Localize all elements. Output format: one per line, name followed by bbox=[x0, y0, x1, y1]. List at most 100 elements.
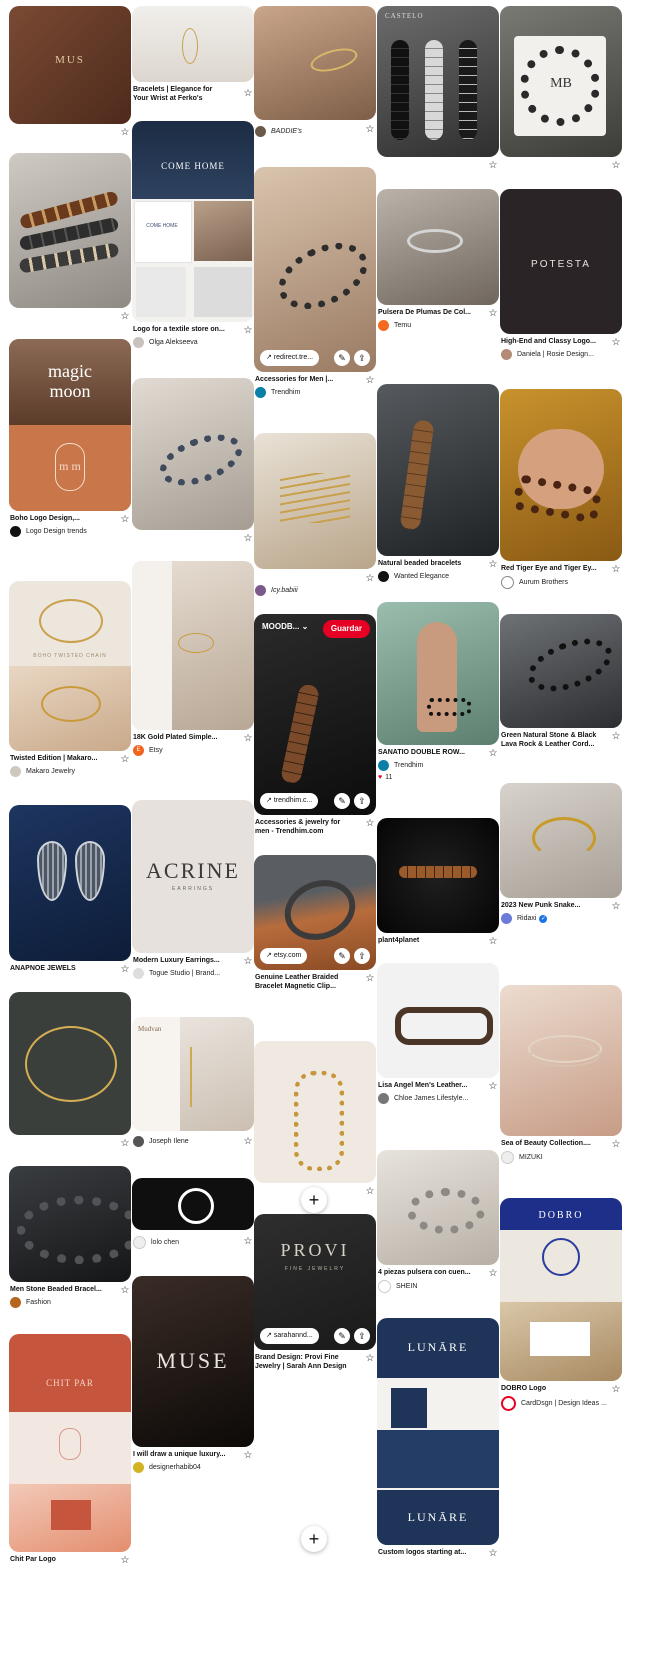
pin-icon[interactable]: ☆ bbox=[364, 1353, 376, 1365]
edit-icon[interactable]: ✎ bbox=[334, 948, 350, 964]
pin-image[interactable]: magic moon m m bbox=[9, 339, 131, 511]
pin-image[interactable] bbox=[254, 6, 376, 120]
pin-image[interactable] bbox=[132, 378, 254, 530]
pin-image[interactable] bbox=[500, 389, 622, 561]
pin-image[interactable] bbox=[132, 1178, 254, 1230]
pin-title[interactable]: Accessories & jewelry for men - Trendhim… bbox=[254, 815, 376, 836]
pin-title[interactable]: High-End and Classy Logo... bbox=[500, 334, 622, 346]
pin-card[interactable]: BOHO TWISTED CHAIN Twisted Edition | Mak… bbox=[9, 581, 131, 777]
pin-source[interactable]: Ridaxi bbox=[517, 913, 536, 924]
pin-image[interactable] bbox=[132, 6, 254, 82]
pin-source[interactable]: Trendhim bbox=[394, 760, 423, 771]
pin-icon[interactable]: ☆ bbox=[242, 533, 254, 545]
pin-icon[interactable]: ☆ bbox=[610, 731, 622, 743]
avatar[interactable] bbox=[501, 1396, 516, 1411]
pin-source[interactable]: Makaro Jewelry bbox=[26, 766, 75, 777]
pin-card[interactable]: 2023 New Punk Snake... ☆ Ridaxi ✓ bbox=[500, 783, 622, 924]
pin-source[interactable]: Logo Design trends bbox=[26, 526, 87, 537]
avatar[interactable] bbox=[378, 571, 389, 582]
pin-icon[interactable]: ☆ bbox=[119, 514, 131, 526]
pin-card[interactable]: Sea of Beauty Collection.... ☆ MIZUKI bbox=[500, 985, 622, 1164]
pin-image[interactable] bbox=[377, 1150, 499, 1265]
pin-card[interactable]: Green Natural Stone & Black Lava Rock & … bbox=[500, 614, 622, 749]
pin-image[interactable]: COME HOME COME HOME bbox=[132, 121, 254, 322]
avatar[interactable] bbox=[378, 320, 389, 331]
pin-image[interactable] bbox=[9, 1166, 131, 1282]
pin-title[interactable]: ANAPNOE JEWELS bbox=[9, 961, 131, 973]
pin-image[interactable]: MUSE bbox=[132, 1276, 254, 1447]
pin-image[interactable]: ↗ redirect.tre... ✎ ⇪ bbox=[254, 167, 376, 372]
pin-title[interactable]: Logo for a textile store on... bbox=[132, 322, 254, 334]
pin-title[interactable]: Accessories for Men |... bbox=[254, 372, 376, 384]
pin-card[interactable]: POTESTA High-End and Classy Logo... ☆ Da… bbox=[500, 189, 622, 360]
pin-icon[interactable]: ☆ bbox=[242, 88, 254, 100]
pin-link-chip[interactable]: ↗ etsy.com bbox=[260, 948, 308, 964]
pin-card[interactable]: SANATIO DOUBLE ROW... ☆ Trendhim ♥ 11 bbox=[377, 602, 499, 783]
pin-icon[interactable]: ☆ bbox=[119, 1555, 131, 1567]
avatar[interactable] bbox=[501, 1151, 514, 1164]
edit-icon[interactable]: ✎ bbox=[334, 350, 350, 366]
pin-card[interactable]: plant4planet ☆ bbox=[377, 818, 499, 949]
pin-title[interactable]: 4 piezas pulsera con cuen... bbox=[377, 1265, 499, 1277]
pin-image[interactable]: PROVI FINE JEWELRY ↗ sarahannd... ✎ ⇪ bbox=[254, 1214, 376, 1350]
pin-card[interactable]: ☆ bbox=[9, 153, 131, 324]
avatar[interactable] bbox=[501, 576, 514, 589]
pin-icon[interactable]: ☆ bbox=[364, 124, 376, 136]
pin-title[interactable]: Lisa Angel Men's Leather... bbox=[377, 1078, 499, 1090]
pin-icon[interactable]: ☆ bbox=[364, 1186, 376, 1198]
pin-icon[interactable]: ☆ bbox=[610, 337, 622, 349]
pin-link-chip[interactable]: ↗ trendhim.c... bbox=[260, 793, 319, 809]
pin-title[interactable]: Modern Luxury Earrings... bbox=[132, 953, 254, 965]
pin-title[interactable]: Chit Par Logo bbox=[9, 1552, 131, 1564]
pin-title[interactable]: SANATIO DOUBLE ROW... bbox=[377, 745, 499, 757]
pin-icon[interactable]: ☆ bbox=[242, 1136, 254, 1148]
pin-icon[interactable]: ☆ bbox=[119, 1285, 131, 1297]
pin-title[interactable]: Pulsera De Plumas De Col... bbox=[377, 305, 499, 317]
pin-title[interactable]: Genuine Leather Braided Bracelet Magneti… bbox=[254, 970, 376, 991]
pin-image[interactable]: MUS bbox=[9, 6, 131, 124]
pin-source[interactable]: Togue Studio | Brand... bbox=[149, 968, 220, 979]
avatar[interactable] bbox=[378, 1093, 389, 1104]
pin-icon[interactable]: ☆ bbox=[364, 375, 376, 387]
pin-title[interactable]: Twisted Edition | Makaro... bbox=[9, 751, 131, 763]
pin-icon[interactable]: ☆ bbox=[610, 1384, 622, 1396]
edit-icon[interactable]: ✎ bbox=[334, 793, 350, 809]
pin-source[interactable]: Chloe James Lifestyle... bbox=[394, 1093, 468, 1104]
avatar[interactable] bbox=[133, 968, 144, 979]
pin-icon[interactable]: ☆ bbox=[610, 901, 622, 913]
pin-image[interactable]: MOODB... ⌄ Guardar ↗ trendhim.c... ✎ ⇪ bbox=[254, 614, 376, 815]
pin-image[interactable] bbox=[377, 384, 499, 556]
pin-card[interactable]: ☆ BADDIE's bbox=[254, 6, 376, 137]
pin-card[interactable]: ☆ bbox=[132, 378, 254, 546]
avatar[interactable] bbox=[501, 349, 512, 360]
pin-icon[interactable]: ☆ bbox=[119, 127, 131, 139]
pin-icon[interactable]: ☆ bbox=[487, 1548, 499, 1560]
pin-icon[interactable]: ☆ bbox=[610, 1139, 622, 1151]
avatar[interactable] bbox=[255, 585, 266, 596]
pin-card[interactable]: Mudvan ☆ Joseph Ilene bbox=[132, 1017, 254, 1147]
pin-source[interactable]: Olga Alekseeva bbox=[149, 337, 198, 348]
pin-image[interactable]: DOBRO bbox=[500, 1198, 622, 1381]
pin-source[interactable]: lolo chen bbox=[151, 1237, 179, 1248]
pin-card[interactable]: CASTELO ☆ bbox=[377, 6, 499, 173]
avatar[interactable] bbox=[255, 387, 266, 398]
pin-icon[interactable]: ☆ bbox=[610, 160, 622, 172]
pin-title[interactable]: Brand Design: Provi Fine Jewelry | Sarah… bbox=[254, 1350, 376, 1371]
pin-card[interactable]: MB ☆ bbox=[500, 6, 622, 173]
pin-image[interactable] bbox=[500, 985, 622, 1136]
pin-icon[interactable]: ☆ bbox=[487, 1081, 499, 1093]
pin-card[interactable]: MUS ☆ bbox=[9, 6, 131, 140]
pin-icon[interactable]: ☆ bbox=[364, 818, 376, 830]
pin-source[interactable]: Aurum Brothers bbox=[519, 577, 568, 588]
pin-title[interactable]: Boho Logo Design,... bbox=[9, 511, 131, 523]
pin-link-chip[interactable]: ↗ redirect.tre... bbox=[260, 350, 320, 366]
pin-image[interactable]: CHIT PAR bbox=[9, 1334, 131, 1552]
pin-image[interactable] bbox=[500, 614, 622, 728]
pin-card[interactable]: 4 piezas pulsera con cuen... ☆ SHEIN bbox=[377, 1150, 499, 1293]
pin-image[interactable] bbox=[132, 561, 254, 730]
pin-image[interactable] bbox=[377, 602, 499, 745]
pin-image[interactable]: BOHO TWISTED CHAIN bbox=[9, 581, 131, 751]
pin-card[interactable]: Bracelets | Elegance for Your Wrist at F… bbox=[132, 6, 254, 103]
pin-card[interactable]: ☆ lolo chen bbox=[132, 1178, 254, 1249]
pin-image[interactable] bbox=[377, 818, 499, 933]
